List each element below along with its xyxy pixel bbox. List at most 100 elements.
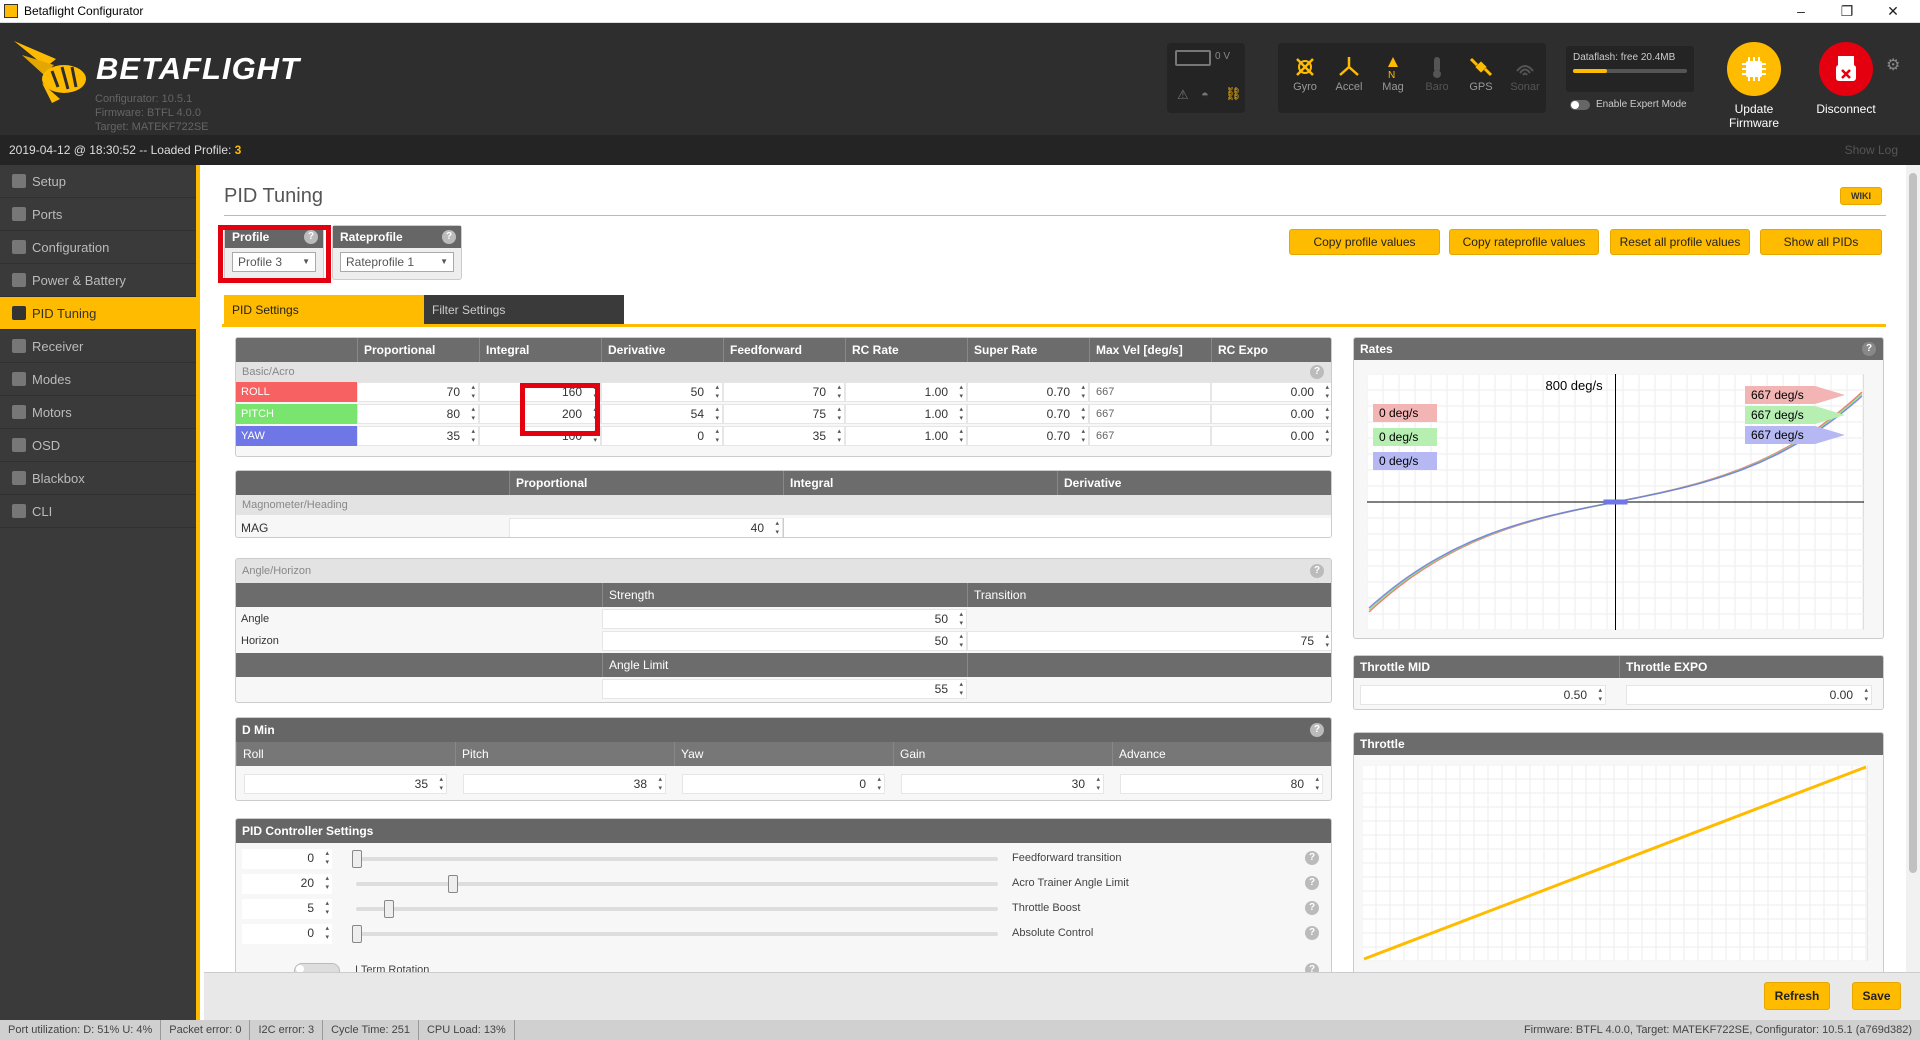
horizon-transition-input[interactable]: 75 (967, 631, 1331, 651)
pitch-ff-input[interactable]: 75 (723, 404, 845, 424)
save-button[interactable]: Save (1852, 982, 1901, 1010)
roll-d-input[interactable]: 50 (601, 382, 723, 402)
content-scrollbar[interactable] (1906, 165, 1920, 972)
dmin-roll-input[interactable]: 35 (244, 774, 447, 794)
yaw-ff-input[interactable]: 35 (723, 426, 845, 446)
help-icon[interactable]: ? (1305, 876, 1319, 890)
dmin-yaw-input[interactable]: 0 (682, 774, 885, 794)
pidctrl-slider-3[interactable] (356, 932, 998, 936)
help-icon[interactable]: ? (1305, 851, 1319, 865)
help-icon[interactable]: ? (1310, 564, 1324, 578)
roll-rc_rate-input[interactable]: 1.00 (845, 382, 967, 402)
roll-p-input[interactable]: 70 (357, 382, 479, 402)
rates-title: Rates? (1354, 338, 1883, 360)
gear-icon[interactable]: ⚙ (1886, 55, 1900, 75)
sensor-label: Baro (1425, 81, 1449, 93)
slider-handle[interactable] (352, 925, 362, 943)
pidctrl-input-2[interactable]: 5 (242, 899, 332, 919)
mag-header: Proportional Integral Derivative (236, 471, 1331, 495)
sidebar-item-receiver[interactable]: Receiver (0, 330, 196, 363)
close-button[interactable]: ✕ (1870, 0, 1916, 23)
yaw-rc_rate-input[interactable]: 1.00 (845, 426, 967, 446)
help-icon[interactable]: ? (1305, 926, 1319, 940)
pidctrl-slider-0[interactable] (356, 857, 998, 861)
update-firmware-button[interactable]: Update Firmware (1714, 42, 1794, 130)
live-rate-badge-1: 0 deg/s (1373, 428, 1437, 446)
roll-super_rate-input[interactable]: 0.70 (967, 382, 1089, 402)
throttle-title: Throttle (1354, 733, 1883, 755)
pidctrl-label-3: Absolute Control (1012, 927, 1094, 939)
log-bar: 2019-04-12 @ 18:30:52 -- Loaded Profile:… (0, 135, 1920, 165)
iterm-rotation-toggle[interactable] (294, 963, 340, 972)
show-all-pids-button[interactable]: Show all PIDs (1760, 229, 1882, 255)
tab-pid-settings[interactable]: PID Settings (224, 295, 424, 325)
help-icon[interactable]: ? (1305, 901, 1319, 915)
nav-icon (12, 240, 26, 254)
pitch-expo-input[interactable]: 0.00 (1211, 404, 1331, 424)
pitch-p-input[interactable]: 80 (357, 404, 479, 424)
mag-p-input[interactable]: 40 (509, 518, 783, 537)
yaw-d-input[interactable]: 0 (601, 426, 723, 446)
reset-profile-button[interactable]: Reset all profile values (1610, 229, 1750, 255)
sensor-label: Accel (1335, 81, 1363, 93)
pid-table-header: Proportional Integral Derivative Feedforwar… (236, 338, 1331, 362)
help-icon[interactable]: ? (1305, 963, 1319, 972)
pidctrl-input-1[interactable]: 20 (242, 874, 332, 894)
main-content: PID Tuning WIKI Profile? Profile 3 ▼ Rate… (204, 165, 1900, 972)
pitch-super_rate-input[interactable]: 0.70 (967, 404, 1089, 424)
wiki-button[interactable]: WIKI (1840, 187, 1882, 205)
slider-handle[interactable] (352, 850, 362, 868)
sensor-gyro: Gyro (1283, 51, 1327, 111)
yaw-expo-input[interactable]: 0.00 (1211, 426, 1331, 446)
dmin-gain-input[interactable]: 30 (901, 774, 1104, 794)
sidebar-item-configuration[interactable]: Configuration (0, 231, 196, 264)
slider-handle[interactable] (384, 900, 395, 918)
minimize-button[interactable]: – (1778, 0, 1824, 23)
yaw-super_rate-input[interactable]: 0.70 (967, 426, 1089, 446)
show-log-link[interactable]: Show Log (1845, 135, 1898, 165)
copy-profile-button[interactable]: Copy profile values (1289, 229, 1440, 255)
throttle-mid-input[interactable]: 0.50 (1360, 685, 1606, 705)
pitch-d-input[interactable]: 54 (601, 404, 723, 424)
rateprofile-select[interactable]: Rateprofile 1 ▼ (340, 252, 454, 272)
sidebar-item-ports[interactable]: Ports (0, 198, 196, 231)
maximize-button[interactable]: ❐ (1824, 0, 1870, 23)
pitch-rc_rate-input[interactable]: 1.00 (845, 404, 967, 424)
help-icon[interactable]: ? (1862, 342, 1876, 356)
disconnect-button[interactable]: Disconnect (1806, 42, 1886, 116)
pidctrl-label-0: Feedforward transition (1012, 852, 1122, 864)
pidctrl-input-0[interactable]: 0 (242, 849, 332, 869)
slider-handle[interactable] (448, 875, 459, 893)
throttle-expo-input[interactable]: 0.00 (1626, 685, 1872, 705)
pidctrl-input-3[interactable]: 0 (242, 924, 332, 944)
expert-mode-toggle[interactable] (1570, 99, 1590, 110)
sidebar-item-setup[interactable]: Setup (0, 165, 196, 198)
tab-filter-settings[interactable]: Filter Settings (424, 295, 624, 325)
copy-rateprofile-button[interactable]: Copy rateprofile values (1449, 229, 1599, 255)
dmin-pitch-input[interactable]: 38 (463, 774, 666, 794)
sidebar-item-blackbox[interactable]: Blackbox (0, 462, 196, 495)
yaw-p-input[interactable]: 35 (357, 426, 479, 446)
horizon-strength-input[interactable]: 50 (602, 631, 967, 651)
expert-mode[interactable]: Enable Expert Mode (1570, 99, 1687, 110)
help-icon[interactable]: ? (442, 230, 456, 244)
sidebar-item-power-battery[interactable]: Power & Battery (0, 264, 196, 297)
dmin-advance-input[interactable]: 80 (1120, 774, 1323, 794)
live-rate-badge-2: 0 deg/s (1373, 452, 1437, 470)
help-icon[interactable]: ? (1310, 365, 1324, 379)
refresh-button[interactable]: Refresh (1764, 982, 1830, 1010)
sidebar-item-motors[interactable]: Motors (0, 396, 196, 429)
sidebar-item-osd[interactable]: OSD (0, 429, 196, 462)
help-icon[interactable]: ? (1310, 723, 1324, 737)
pidctrl-slider-2[interactable] (356, 907, 998, 911)
sidebar-item-pid-tuning[interactable]: PID Tuning (0, 297, 196, 330)
roll-ff-input[interactable]: 70 (723, 382, 845, 402)
sidebar-item-modes[interactable]: Modes (0, 363, 196, 396)
angle-limit-input[interactable]: 55 (602, 679, 967, 699)
cycle-time: Cycle Time: 251 (323, 1020, 419, 1040)
nav-icon (12, 372, 26, 386)
sidebar-item-cli[interactable]: CLI (0, 495, 196, 528)
roll-expo-input[interactable]: 0.00 (1211, 382, 1331, 402)
angle-strength-input[interactable]: 50 (602, 609, 967, 629)
sidebar-item-label: Setup (32, 173, 66, 189)
